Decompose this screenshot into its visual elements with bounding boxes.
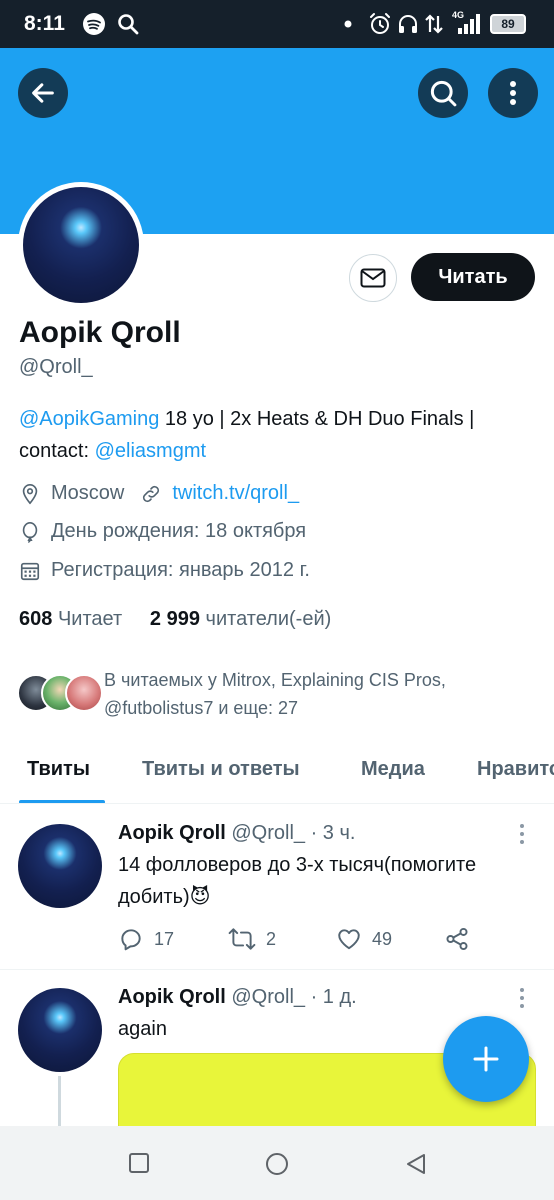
- profile-handle: @Qroll_: [19, 356, 93, 378]
- avatar-image: [23, 187, 139, 303]
- retweet-button[interactable]: 2: [228, 926, 276, 952]
- followers-count-link[interactable]: 2 999 читатели(-ей): [150, 608, 331, 630]
- tweet-more-icon[interactable]: [512, 822, 532, 846]
- following-label: Читает: [57, 608, 123, 630]
- link-icon: [143, 485, 160, 502]
- share-button[interactable]: [444, 926, 480, 952]
- tab-tweets-replies[interactable]: Твиты и ответы: [142, 758, 300, 781]
- search-icon: [430, 80, 457, 107]
- profile-bio: @AopikGaming 18 yo | 2x Heats & DH Duo F…: [19, 403, 544, 467]
- bio-contact-link[interactable]: @eliasmgmt: [95, 440, 206, 462]
- followers-count: 2 999: [149, 608, 200, 630]
- data-transfer-icon: [425, 14, 443, 34]
- profile-avatar[interactable]: [18, 182, 144, 308]
- follow-counts: 608 Читает 2 999 читатели(-ей): [19, 608, 331, 631]
- status-bar: 8:11 4G 89: [0, 0, 554, 48]
- follow-button[interactable]: Читать: [411, 253, 535, 301]
- retweet-icon: [228, 928, 256, 950]
- following-count: 608: [19, 608, 53, 630]
- reply-icon: [121, 929, 141, 951]
- location-pin-icon: [22, 483, 38, 504]
- home-icon[interactable]: [265, 1152, 289, 1176]
- tweet-more-icon[interactable]: [512, 986, 532, 1010]
- message-button[interactable]: [349, 254, 397, 302]
- alarm-icon: [370, 13, 390, 34]
- arrow-left-icon: [32, 83, 54, 103]
- tweet-divider: [0, 969, 554, 970]
- website-link[interactable]: twitch.tv/qroll_: [172, 482, 299, 505]
- notification-dot-icon: [344, 20, 352, 28]
- plus-icon: [473, 1046, 499, 1072]
- profile-tabs: Твиты Твиты и ответы Медиа Нравится: [0, 738, 554, 804]
- tweet-text: 14 фолловеров до 3-х тысяч(помогите доби…: [118, 854, 477, 908]
- signal-icon: [458, 14, 480, 34]
- calendar-icon: [20, 562, 40, 580]
- like-button[interactable]: 49: [336, 926, 392, 952]
- search-status-icon: [118, 14, 139, 35]
- mail-icon: [360, 268, 386, 288]
- profile-meta-location: Moscow twitch.tv/qroll_: [19, 482, 299, 505]
- profile-name: Aopik Qroll: [19, 316, 181, 349]
- tweet-header: Aopik Qroll @Qroll_ · 3 ч.: [118, 822, 355, 845]
- joined-text: Регистрация: январь 2012 г.: [51, 559, 310, 581]
- active-tab-indicator: [19, 800, 105, 803]
- thread-line: [58, 1076, 61, 1126]
- reply-button[interactable]: 17: [118, 926, 174, 952]
- tweet-handle-time: @Qroll_ · 1 д.: [231, 986, 357, 1008]
- heart-icon: [338, 929, 360, 950]
- share-icon: [446, 927, 468, 951]
- compose-tweet-button[interactable]: [443, 1016, 529, 1102]
- tab-likes[interactable]: Нравится: [477, 758, 554, 781]
- profile-meta-birthday: День рождения: 18 октября: [19, 520, 306, 543]
- tweet-handle-time: @Qroll_ · 3 ч.: [231, 822, 356, 844]
- headset-icon: [399, 15, 417, 33]
- spotify-icon: [83, 13, 105, 35]
- tweet-author-name[interactable]: Aopik Qroll: [118, 986, 226, 1008]
- followed-by-row[interactable]: В читаемых у Mitrox, Explaining CIS Pros…: [17, 666, 537, 722]
- recent-apps-icon[interactable]: [128, 1152, 150, 1174]
- tweet-header: Aopik Qroll @Qroll_ · 1 д.: [118, 986, 357, 1009]
- back-nav-icon[interactable]: [404, 1152, 428, 1176]
- like-count: 49: [372, 928, 393, 949]
- back-button[interactable]: [18, 68, 68, 118]
- status-time: 8:11: [24, 12, 65, 35]
- more-options-button[interactable]: [488, 68, 538, 118]
- tab-tweets[interactable]: Твиты: [27, 758, 90, 781]
- followers-label: читатели(-ей): [205, 608, 332, 630]
- retweet-count: 2: [266, 928, 277, 949]
- battery-indicator: 89: [490, 14, 526, 34]
- balloon-icon: [22, 521, 38, 543]
- location-text: Moscow: [51, 482, 125, 504]
- system-nav-bar: [0, 1126, 554, 1200]
- profile-meta-joined: Регистрация: январь 2012 г.: [19, 559, 310, 582]
- search-button[interactable]: [418, 68, 468, 118]
- more-vertical-icon: [510, 81, 516, 105]
- birthday-text: День рождения: 18 октября: [51, 520, 307, 542]
- tweet-avatar[interactable]: [18, 824, 102, 908]
- reply-count: 17: [154, 928, 175, 949]
- tweet-avatar[interactable]: [18, 988, 102, 1072]
- tab-media[interactable]: Медиа: [361, 758, 425, 781]
- tweet-author-name[interactable]: Aopik Qroll: [118, 822, 226, 844]
- following-count-link[interactable]: 608 Читает: [19, 608, 122, 630]
- follower-avatar-3: [65, 674, 103, 712]
- followed-by-text: В читаемых у Mitrox, Explaining CIS Pros…: [104, 670, 446, 718]
- bio-mention-link[interactable]: @AopikGaming: [19, 408, 159, 430]
